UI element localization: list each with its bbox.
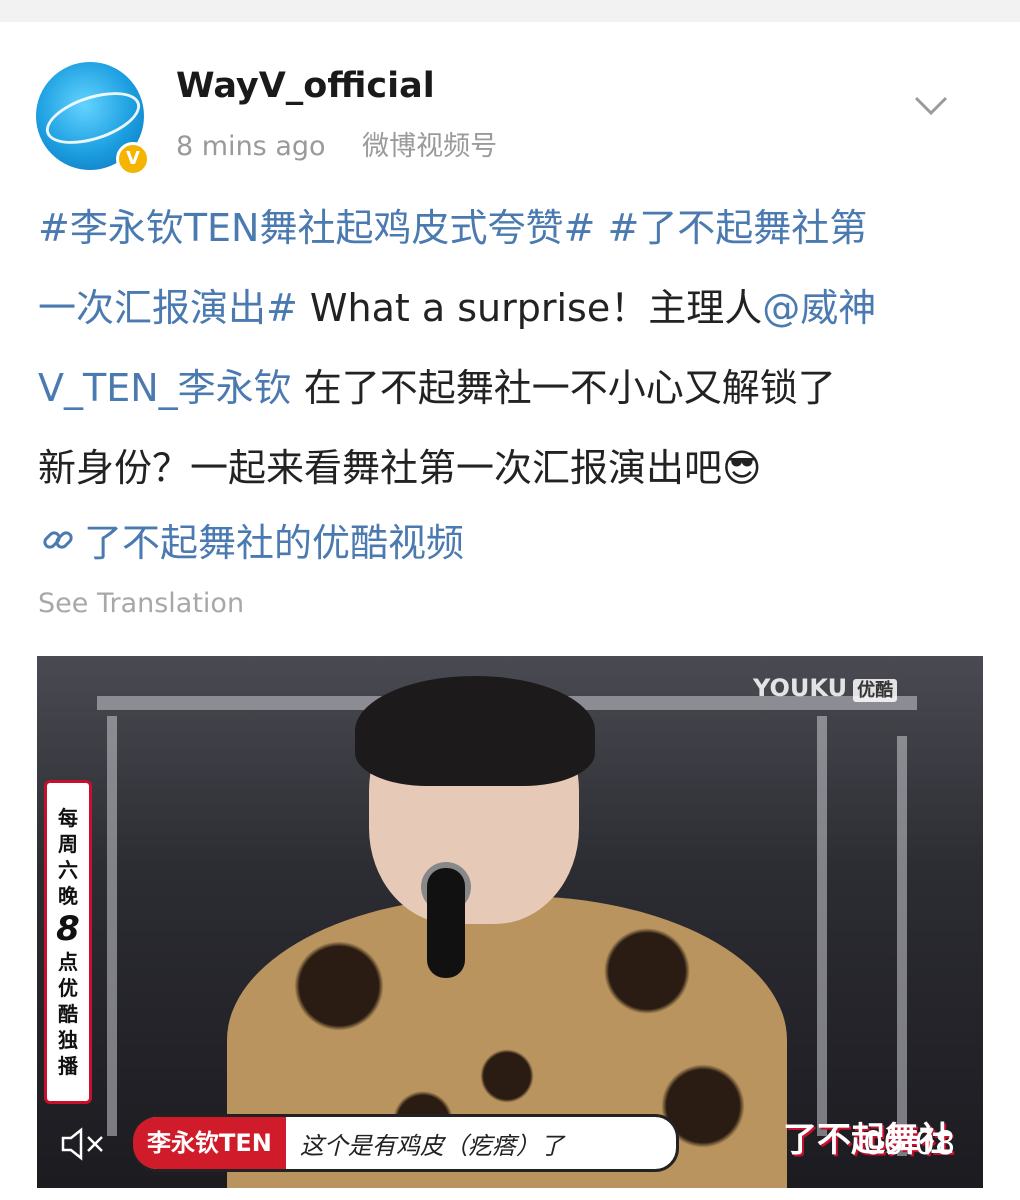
avatar[interactable]: V xyxy=(36,62,150,176)
banner-char: 8 xyxy=(56,909,80,949)
sunglasses-emoji-icon: 😎 xyxy=(722,446,762,490)
performer-hair xyxy=(355,676,595,786)
stage-truss xyxy=(897,736,907,1156)
banner-char: 六 xyxy=(58,858,78,882)
banner-char: 每 xyxy=(58,806,78,830)
post-text-segment: What a surprise！主理人 xyxy=(297,286,763,330)
mention-link[interactable]: @威神 xyxy=(762,286,876,330)
banner-char: 优 xyxy=(58,976,78,1000)
verified-badge: V xyxy=(116,142,150,176)
hashtag-link[interactable]: #了不起舞社第 xyxy=(607,206,867,250)
username[interactable]: WayV_official xyxy=(176,66,435,106)
caption-speaker: 李永钦TEN xyxy=(133,1117,286,1169)
video-caption: 李永钦TEN 这个是有鸡皮（疙瘩）了 xyxy=(133,1114,679,1172)
post-text-segment: 新身份？一起来看舞社第一次汇报演出吧 xyxy=(38,446,723,490)
banner-char: 周 xyxy=(58,832,78,856)
see-translation-link[interactable]: See Translation xyxy=(38,588,244,619)
link-chain-icon xyxy=(43,530,73,549)
broadcast-schedule-banner: 每 周 六 晚 8 点 优 酷 独 播 xyxy=(44,780,92,1104)
banner-char: 独 xyxy=(58,1028,78,1052)
post-text-segment: 在了不起舞社一不小心又解锁了 xyxy=(291,366,836,410)
time-ago: 8 mins ago xyxy=(176,131,326,162)
video-player[interactable]: YOUKU 优酷 每 周 六 晚 8 点 优 酷 独 播 李永钦TEN 这个是有鸡… xyxy=(37,656,983,1188)
chevron-down-icon[interactable] xyxy=(912,86,950,124)
post-source[interactable]: 微博视频号 xyxy=(362,131,497,162)
video-link-label: 了不起舞社的优酷视频 xyxy=(84,521,465,565)
hashtag-link[interactable]: #李永钦TEN舞社起鸡皮式夸赞# xyxy=(38,206,595,250)
stage-truss xyxy=(107,716,117,1136)
banner-char: 播 xyxy=(58,1054,78,1078)
youku-watermark: YOUKU 优酷 xyxy=(753,674,898,702)
youku-watermark-en: YOUKU xyxy=(753,674,848,702)
caption-text: 这个是有鸡皮（疙瘩）了 xyxy=(299,1131,564,1160)
mention-link[interactable]: V_TEN_李永钦 xyxy=(38,366,292,410)
youku-watermark-cn: 优酷 xyxy=(853,679,898,702)
hashtag-link[interactable]: 一次汇报演出# xyxy=(38,286,298,330)
banner-char: 酷 xyxy=(58,1002,78,1026)
video-link[interactable]: 了不起舞社的优酷视频 xyxy=(40,512,464,567)
mute-icon[interactable] xyxy=(61,1126,105,1162)
stage-truss xyxy=(817,716,827,1136)
microphone-handle xyxy=(427,868,465,978)
post-meta: 8 mins ago 微博视频号 xyxy=(176,124,525,163)
banner-char: 晚 xyxy=(58,884,78,908)
post-body: #李永钦TEN舞社起鸡皮式夸赞# #了不起舞社第 一次汇报演出# What a … xyxy=(38,188,988,508)
banner-char: 点 xyxy=(58,950,78,974)
video-timer: 00:08 xyxy=(863,1124,956,1162)
status-strip xyxy=(0,0,1020,22)
